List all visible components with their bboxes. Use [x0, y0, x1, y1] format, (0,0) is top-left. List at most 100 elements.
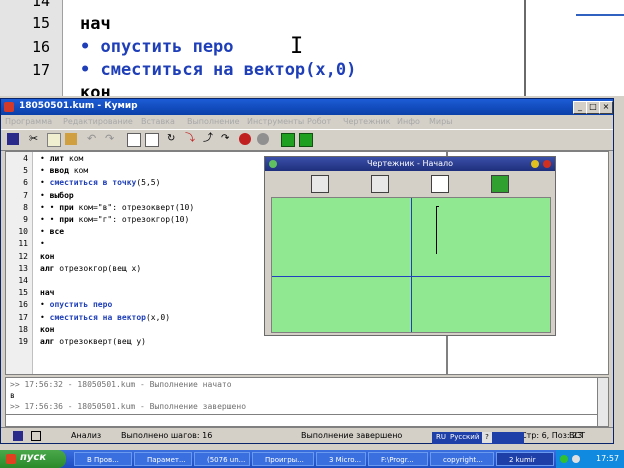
zoom-code-line[interactable]: • опустить перо [80, 37, 234, 57]
language-bar[interactable]: RU Русский ? [432, 432, 524, 444]
log-scrollbar[interactable] [597, 377, 609, 427]
taskbar-item[interactable]: copyright... [430, 452, 494, 466]
cancel-icon[interactable] [257, 133, 269, 145]
step-out-icon[interactable]: ↷ [221, 133, 233, 145]
keyword: алг [40, 263, 55, 273]
editor-line-number: 10 [18, 227, 28, 237]
menu-bar: Программа Редактирование Вставка Выполне… [1, 115, 613, 129]
save-status-icon[interactable] [13, 431, 23, 441]
start-button[interactable]: пуск [0, 450, 66, 468]
editor-code-line[interactable]: кон [40, 252, 54, 261]
keyword: кон [40, 324, 55, 334]
help-icon[interactable]: ? [482, 432, 492, 443]
cut-icon[interactable]: ✂ [29, 133, 41, 145]
output-log[interactable]: >> 17:56:32 - 18050501.kum - Выполнение … [5, 377, 599, 427]
bullet-marker: • [40, 190, 50, 200]
minimize-button[interactable]: _ [573, 101, 587, 114]
editor-code-line[interactable]: • сместиться на вектор(x,0) [40, 313, 170, 322]
editor-line-number: 5 [23, 166, 28, 176]
drawn-segment [436, 206, 437, 254]
menu-edit[interactable]: Редактирование [63, 117, 133, 126]
redo-icon[interactable]: ↷ [105, 133, 117, 145]
code-rest: ком [64, 154, 84, 163]
stop-icon[interactable] [239, 133, 251, 145]
keyword: кон [40, 251, 55, 261]
grid-icon[interactable] [431, 175, 449, 193]
undo-icon[interactable]: ↶ [87, 133, 99, 145]
menu-programma[interactable]: Программа [5, 117, 52, 126]
taskbar: пуск В Пров... Парамет... (5076 un... Пр… [0, 450, 624, 468]
taskbar-item[interactable]: F:\Progr... [368, 452, 428, 466]
keyword: алг [40, 337, 55, 346]
close-status-icon[interactable] [31, 431, 41, 441]
zoom-code-line[interactable]: • сместиться на вектор(x,0) [80, 60, 356, 80]
drawer-minimize-button[interactable] [531, 160, 539, 168]
editor-code-line[interactable]: нач [40, 288, 54, 297]
editor-code-line[interactable]: • лит ком [40, 154, 83, 163]
save-icon[interactable] [7, 133, 19, 145]
editor-code-line[interactable]: • • при ком="г": отрезокгор(10) [40, 215, 189, 224]
zoom-code-line[interactable]: кон [80, 83, 111, 96]
menu-robot[interactable]: Робот [307, 117, 331, 126]
status-insert: ВСТ [569, 431, 585, 440]
maximize-button[interactable]: □ [586, 101, 600, 114]
drawing-canvas[interactable] [271, 197, 551, 333]
menu-info[interactable]: Инфо [397, 117, 420, 126]
run-icon[interactable]: ↻ [167, 133, 179, 145]
copy-icon[interactable] [47, 133, 61, 147]
menu-worlds[interactable]: Миры [429, 117, 453, 126]
menu-run[interactable]: Выполнение [187, 117, 240, 126]
close-button[interactable]: × [599, 101, 613, 114]
keyword: сместиться в точку [49, 178, 137, 188]
code-rest: (x,0) [145, 312, 171, 322]
zoom-line-number: 16 [31, 38, 50, 56]
menu-drawer[interactable]: Чертежник [343, 117, 391, 126]
app-icon [4, 102, 14, 112]
log-line: в [10, 391, 15, 400]
zoom-code-line[interactable]: нач [80, 14, 111, 34]
editor-code-line[interactable]: кон [40, 325, 54, 334]
outdent-icon[interactable] [145, 133, 159, 147]
tray-icon[interactable] [572, 455, 580, 463]
tray-icon[interactable] [560, 455, 568, 463]
window-title: 18050501.kum - Кумир [19, 101, 138, 111]
editor-code-line[interactable]: • выбор [40, 191, 74, 200]
zoom-in-icon[interactable] [311, 175, 329, 193]
drawer-toolbar [265, 171, 555, 195]
code-rest: отрезокгор(вещ x) [54, 263, 142, 273]
taskbar-item-active[interactable]: 2 kumir [496, 452, 554, 466]
zoom-line-number: 17 [31, 61, 50, 79]
drawer-icon[interactable] [299, 133, 313, 147]
taskbar-item[interactable]: Парамет... [134, 452, 192, 466]
menu-tools[interactable]: Инструменты [247, 117, 304, 126]
editor-code-line[interactable]: алг отрезокверт(вещ y) [40, 337, 146, 346]
robot-icon[interactable] [281, 133, 295, 147]
indent-icon[interactable] [127, 133, 141, 147]
windows-logo-icon [6, 454, 16, 464]
taskbar-item[interactable]: 3 Micro... [316, 452, 366, 466]
editor-code-line[interactable]: алг отрезокгор(вещ x) [40, 264, 141, 273]
code-rest: ком [68, 166, 89, 176]
menu-insert[interactable]: Вставка [141, 117, 175, 126]
clock: 17:57 [596, 454, 620, 463]
taskbar-item[interactable]: В Пров... [74, 452, 132, 466]
taskbar-item[interactable]: (5076 un... [194, 452, 250, 466]
editor-code-line[interactable]: • • при ком="в": отрезокверт(10) [40, 203, 194, 212]
fit-view-icon[interactable] [491, 175, 509, 193]
status-mode: Анализ [71, 431, 102, 440]
editor-code-line[interactable]: • ввод ком [40, 166, 88, 175]
paste-icon[interactable] [65, 133, 77, 145]
title-bar[interactable]: 18050501.kum - Кумир _ □ × [1, 99, 613, 115]
step-into-icon[interactable]: ⤴ [203, 133, 215, 145]
keyword: лит [49, 154, 65, 163]
editor-code-line[interactable]: • опустить перо [40, 300, 112, 309]
bullet-marker: • [40, 300, 50, 310]
toolbar: ✂ ↶ ↷ ↻ ⤵ ⤴ ↷ [1, 129, 613, 151]
step-icon[interactable]: ⤵ [185, 133, 197, 145]
editor-code-line[interactable]: • все [40, 227, 64, 236]
editor-code-line[interactable]: • [40, 239, 50, 248]
taskbar-item[interactable]: Проигры... [252, 452, 314, 466]
zoom-out-icon[interactable] [371, 175, 389, 193]
drawer-close-button[interactable] [543, 160, 551, 168]
editor-code-line[interactable]: • сместиться в точку(5,5) [40, 178, 160, 187]
